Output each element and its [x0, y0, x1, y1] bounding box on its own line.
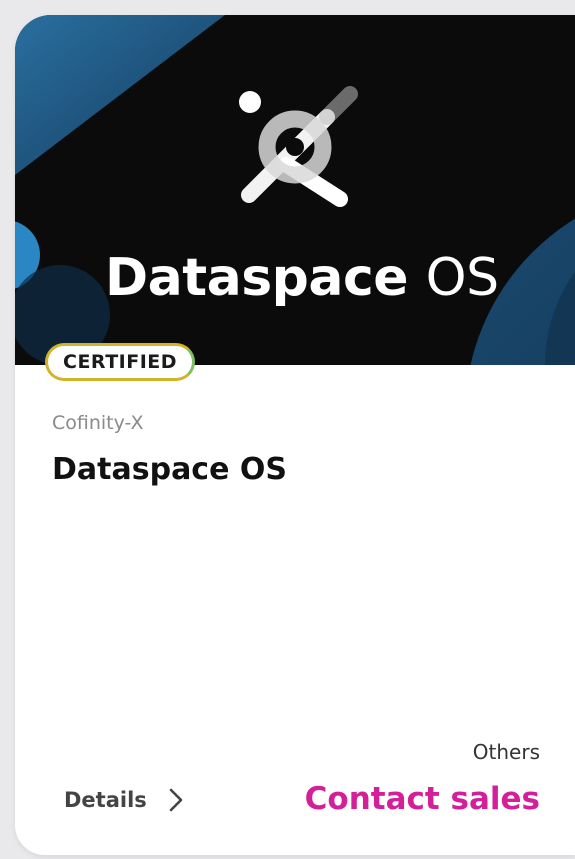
hero-brand-text: Dataspace OS [105, 248, 499, 308]
app-title: Dataspace OS [52, 452, 287, 487]
app-hero-image: Dataspace OS [15, 15, 575, 365]
contact-sales-button[interactable]: Contact sales [305, 781, 540, 817]
app-card[interactable]: Dataspace OS CERTIFIED Cofinity-X Datasp… [15, 15, 575, 855]
dataspace-logo-icon [239, 86, 358, 207]
details-link[interactable]: Details [64, 788, 183, 812]
details-label: Details [64, 788, 147, 812]
certified-badge: CERTIFIED [45, 343, 196, 381]
provider-name: Cofinity-X [52, 412, 144, 434]
price-type-label: Others [472, 740, 540, 764]
chevron-right-icon [169, 788, 183, 812]
